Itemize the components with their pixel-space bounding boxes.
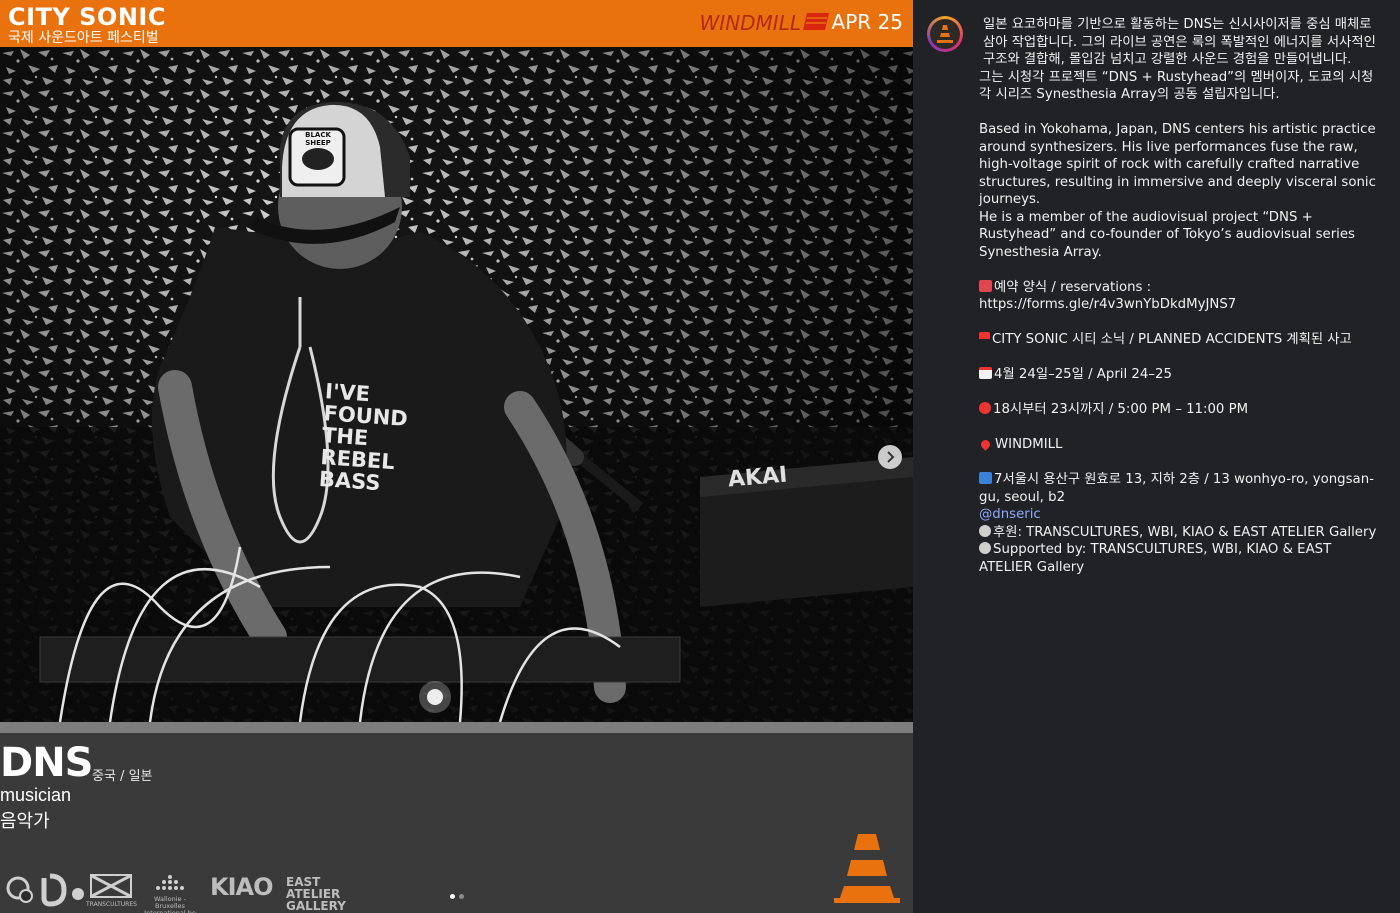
mention-link[interactable]: @dnseric	[979, 506, 1379, 524]
keyboard-brand: AKAI	[727, 462, 789, 493]
caption-en-intro: Based in Yokohama, Japan, DNS centers hi…	[979, 122, 1376, 207]
sponsor-logos: TRANSCULTURES Wallonie - Bruxelles Inter…	[0, 870, 400, 913]
city-sonic-logo	[6, 873, 84, 907]
artist-photo: BLACK SHEEP I'VE FOUND THE REBEL BASS AK…	[0, 47, 913, 722]
arrow-right-emoji-icon	[979, 472, 992, 484]
carousel-next-button[interactable]	[878, 445, 902, 469]
carousel-dot	[459, 894, 464, 899]
flag-emoji-icon	[979, 332, 990, 344]
time-text: 18시부터 23시까지 / 5:00 PM – 11:00 PM	[993, 402, 1249, 417]
avatar[interactable]	[927, 16, 963, 52]
sponsor-transcultures: TRANSCULTURES	[86, 901, 137, 908]
traffic-cone-logo-icon	[834, 834, 900, 903]
caption-ko-member: 그는 시청각 프로젝트 “DNS + Rustyhead”의 멤버이자, 도쿄의…	[979, 69, 1374, 103]
event-line: CITY SONIC 시티 소닉 / PLANNED ACCIDENTS 계획된…	[979, 331, 1379, 349]
shirt-print: I'VE FOUND THE REBEL BASS	[318, 379, 410, 496]
sponsor-wbi: Wallonie - Bruxelles International.be	[144, 895, 196, 913]
sponsor-en-line: Supported by: TRANSCULTURES, WBI, KIAO &…	[979, 541, 1379, 576]
cap-patch-text: BLACK SHEEP	[305, 131, 331, 147]
brand-subtitle: 국제 사운드아트 페스티벌	[8, 30, 159, 46]
carousel-indicator	[450, 894, 464, 899]
ticket-emoji-icon	[979, 279, 992, 292]
address-text: 7서울시 용산구 원효로 13, 지하 2층 / 13 wonhyo-ro, y…	[979, 472, 1374, 505]
sponsor-ko-text: 후원: TRANSCULTURES, WBI, KIAO & EAST ATEL…	[993, 524, 1377, 540]
venue-line: WINDMILL	[979, 436, 1379, 454]
poster-header: CITY SONIC 국제 사운드아트 페스티벌 WINDMILL APR 25	[0, 0, 913, 47]
pin-emoji-icon	[979, 438, 992, 451]
sponsor-en-text: Supported by: TRANSCULTURES, WBI, KIAO &…	[979, 542, 1332, 575]
post-image[interactable]: CITY SONIC 국제 사운드아트 페스티벌 WINDMILL APR 25	[0, 0, 913, 913]
sponsor-ko-line: 후원: TRANSCULTURES, WBI, KIAO & EAST ATEL…	[979, 524, 1379, 542]
artist-origin: 중국 / 일본	[92, 769, 153, 784]
post-viewer: CITY SONIC 국제 사운드아트 페스티벌 WINDMILL APR 25	[0, 0, 1400, 913]
calendar-emoji-icon	[979, 367, 992, 379]
artist-role-ko: 음악가	[0, 811, 50, 832]
reservation-line: 예약 양식 / reservations :	[979, 279, 1379, 297]
date-label: APR 25	[831, 10, 903, 34]
sponsor-kiao: KIAO	[210, 873, 274, 901]
event-text: CITY SONIC 시티 소닉 / PLANNED ACCIDENTS 계획된…	[992, 332, 1352, 347]
globe-emoji-icon	[979, 524, 991, 537]
divider	[0, 722, 913, 733]
venue-label: WINDMILL	[699, 11, 801, 35]
alarm-clock-emoji-icon	[979, 402, 991, 414]
caption-ko-intro: 일본 요코하마를 기반으로 활동하는 DNS는 신시사이저를 중심 매체로 삼아…	[983, 17, 1376, 67]
transcultures-logo-icon	[90, 874, 132, 898]
address-line: 7서울시 용산구 원효로 13, 지하 2층 / 13 wonhyo-ro, y…	[979, 471, 1379, 506]
date-text: 4월 24일–25일 / April 24–25	[994, 367, 1172, 382]
carousel-dot	[450, 894, 455, 899]
wbi-logo-icon	[156, 875, 184, 890]
globe-emoji-icon	[979, 542, 991, 554]
traffic-cone-avatar-icon	[937, 25, 953, 43]
sponsor-east-atelier: EAST ATELIER GALLERY SEOUL	[286, 875, 346, 913]
post-caption: 일본 요코하마를 기반으로 활동하는 DNS는 신시사이저를 중심 매체로 삼아…	[979, 16, 1379, 576]
artist-name: DNS	[0, 740, 93, 786]
artist-role-en: musician	[0, 785, 72, 805]
flag-icon	[803, 13, 829, 30]
caption-en-member: He is a member of the audiovisual projec…	[979, 209, 1355, 260]
chevron-right-icon	[887, 451, 895, 463]
date-line: 4월 24일–25일 / April 24–25	[979, 366, 1379, 384]
venue-text: WINDMILL	[995, 437, 1063, 452]
reservation-label: 예약 양식 / reservations :	[994, 279, 1152, 295]
time-line: 18시부터 23시까지 / 5:00 PM – 11:00 PM	[979, 401, 1379, 419]
reservation-url[interactable]: https://forms.gle/r4v3wnYbDkdMyJNS7	[979, 296, 1379, 314]
